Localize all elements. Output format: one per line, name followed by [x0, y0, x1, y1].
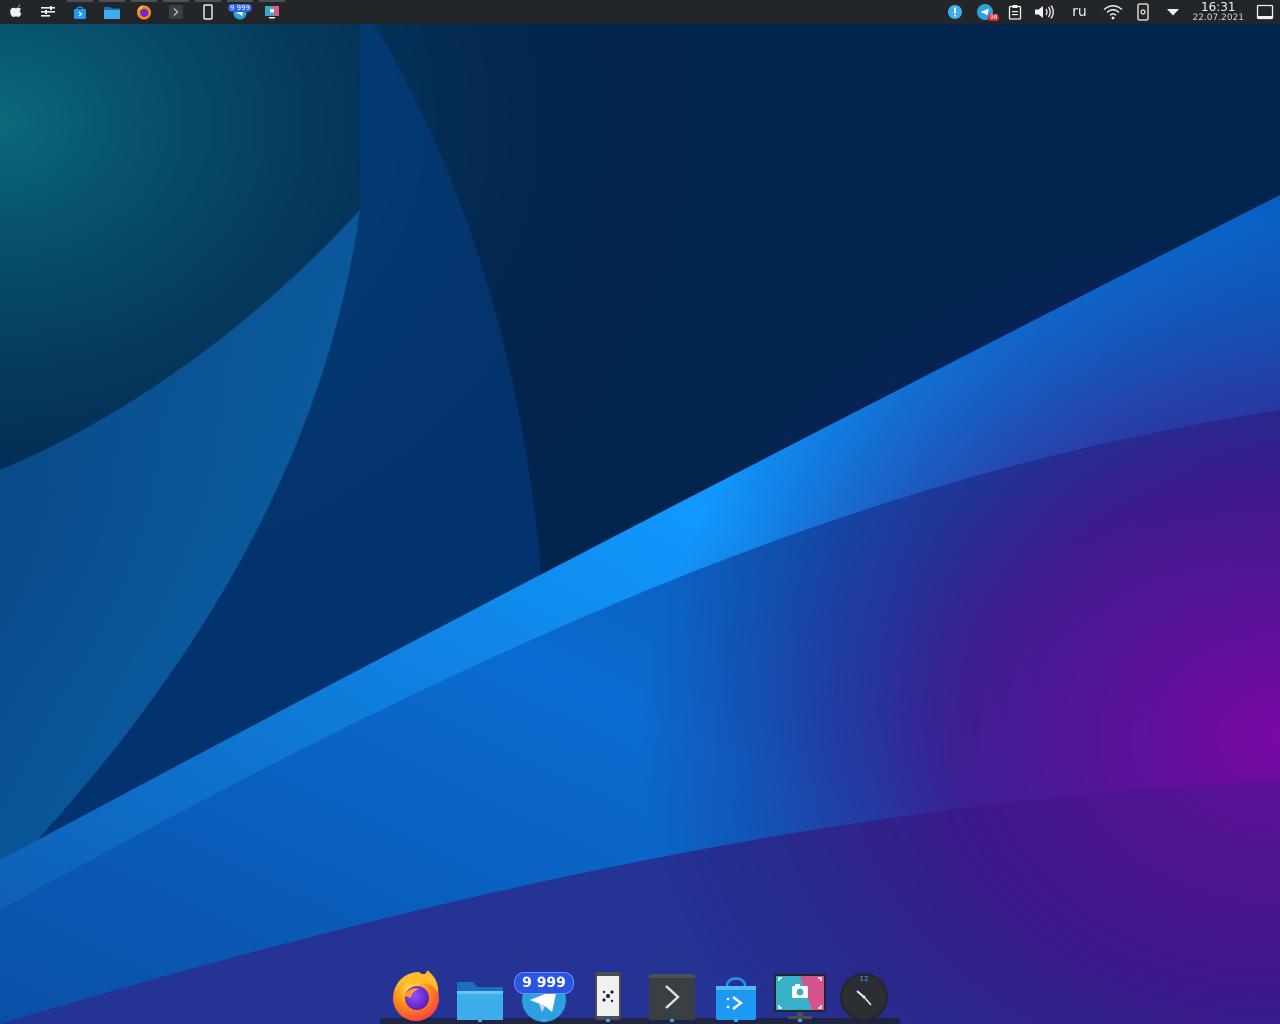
folder-icon [457, 982, 503, 1020]
keyboard-layout-button[interactable]: ru [1063, 0, 1095, 24]
dock: 9 999 12 [380, 964, 900, 1024]
telegram-unread-badge: 9 999 [227, 4, 253, 12]
analog-clock-icon: 12 [840, 973, 888, 1021]
dock-item-telegram[interactable]: 9 999 [514, 966, 574, 1022]
kdeconnect-icon [203, 4, 213, 20]
show-desktop-icon [1256, 4, 1274, 20]
speaker-icon [1035, 5, 1055, 19]
dock-item-firefox[interactable] [388, 966, 444, 1022]
taskbar-telegram[interactable]: 9 999 [224, 0, 256, 24]
taskbar-discover[interactable] [64, 0, 96, 24]
taskbar-firefox[interactable] [128, 0, 160, 24]
desktop[interactable]: 9 999 98 ru 16:31 22.07.2021 9 999 12 [0, 0, 1280, 1024]
taskbar-files[interactable] [96, 0, 128, 24]
clipboard-icon [1009, 5, 1022, 20]
telegram-unread-badge: 9 999 [514, 972, 574, 994]
taskbar-terminal[interactable] [160, 0, 192, 24]
running-indicator [478, 1019, 482, 1022]
network-button[interactable] [1101, 0, 1125, 24]
running-indicator [606, 1019, 610, 1022]
kdeconnect-tray-button[interactable] [1131, 0, 1155, 24]
task-manager: 9 999 [0, 0, 288, 24]
screenshot-icon [774, 974, 826, 1019]
running-indicator [734, 1019, 738, 1022]
terminal-icon [169, 5, 183, 19]
window-list-icon [41, 6, 55, 17]
info-icon [948, 5, 963, 19]
discover-icon [716, 977, 756, 1020]
wallpaper [0, 0, 1280, 1024]
system-tray: 98 ru 16:31 22.07.2021 [940, 0, 1280, 24]
show-desktop-button[interactable] [1253, 0, 1277, 24]
clock-time: 16:31 [1200, 0, 1236, 14]
running-indicator [670, 1019, 674, 1022]
digital-clock[interactable]: 16:31 22.07.2021 [1192, 1, 1244, 23]
firefox-icon [393, 970, 439, 1021]
dock-item-files[interactable] [452, 966, 508, 1022]
tray-expand-button[interactable] [1161, 0, 1185, 24]
kdeconnect-icon [595, 972, 621, 1020]
clock-number: 12 [860, 975, 869, 983]
screenshot-icon [265, 6, 279, 19]
taskbar-kdeconnect[interactable] [192, 0, 224, 24]
dock-item-kdeconnect[interactable] [580, 966, 636, 1022]
discover-icon [74, 6, 86, 19]
running-indicator [798, 1019, 802, 1022]
terminal-icon [649, 974, 695, 1020]
dock-item-discover[interactable] [708, 966, 764, 1022]
dock-item-terminal[interactable] [644, 966, 700, 1022]
apple-menu-button[interactable] [0, 0, 32, 24]
dock-item-screenshot[interactable] [772, 966, 828, 1022]
kdeconnect-icon [1137, 3, 1150, 21]
window-list-button[interactable] [32, 0, 64, 24]
tray-telegram[interactable]: 98 [973, 0, 1000, 24]
dock-item-clock[interactable]: 12 [836, 966, 892, 1022]
tray-telegram-count: 98 [987, 14, 1000, 21]
clipboard-button[interactable] [1003, 0, 1027, 24]
top-panel: 9 999 98 ru 16:31 22.07.2021 [0, 0, 1280, 24]
folder-icon [104, 6, 120, 19]
chevron-down-icon [1167, 9, 1180, 16]
taskbar-screenshot[interactable] [256, 0, 288, 24]
running-indicator [542, 1019, 546, 1022]
notifications-button[interactable] [943, 0, 967, 24]
clock-date: 22.07.2021 [1192, 13, 1244, 23]
apple-menu-icon [10, 4, 22, 17]
firefox-icon [137, 5, 151, 20]
wifi-icon [1104, 5, 1123, 20]
volume-button[interactable] [1033, 0, 1057, 24]
